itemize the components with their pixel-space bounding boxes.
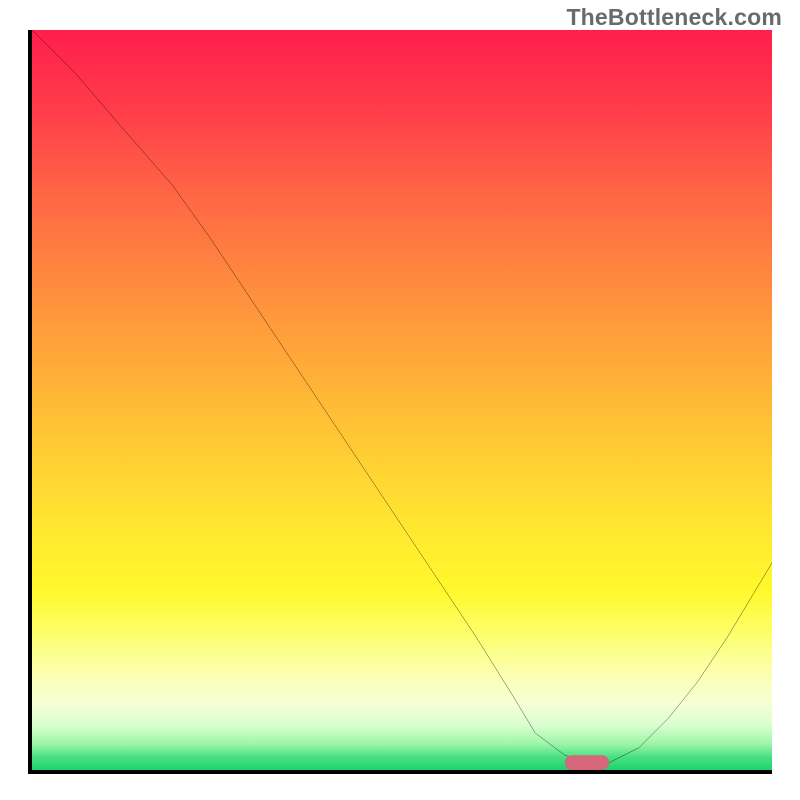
chart-container: TheBottleneck.com [0,0,800,800]
bottleneck-curve-path [32,30,772,763]
watermark-text: TheBottleneck.com [566,4,782,31]
plot-area [28,30,772,774]
curve-svg [32,30,772,770]
optimal-marker [565,755,609,770]
